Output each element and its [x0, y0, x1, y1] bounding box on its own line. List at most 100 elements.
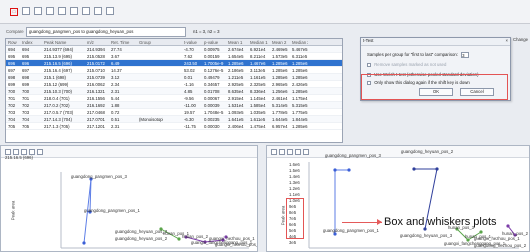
red-box-icon[interactable]: □ [10, 8, 18, 16]
table-row[interactable]: 702 702 217.0.2 (702) 216.1692 1.88 -11.00 0.0… [6, 102, 342, 109]
close-icon[interactable]: × [505, 38, 508, 43]
settings-icon[interactable] [106, 7, 114, 15]
left-plot-toolbar [1, 146, 257, 158]
right-y-tick: 1.4e6 [289, 174, 300, 179]
table-cell: 217.0.2 (702) [44, 102, 70, 108]
table-cell: 1.285e6 [292, 60, 308, 66]
table-icon[interactable] [46, 7, 54, 15]
table-row[interactable]: 696 696 215.16.5 (696) 215.0172 6.49 243.50 1.… [6, 60, 342, 67]
table-cell: 1.285e6 [272, 74, 288, 80]
table-cell: 1.285e6 [272, 60, 288, 66]
samples-input[interactable]: 3 [461, 52, 470, 58]
table-cell: 698 [22, 74, 30, 80]
table-cell: 14.37 [111, 67, 122, 73]
table-cell: 0.00159 [204, 53, 220, 59]
table-cell: 1.285e6 [292, 74, 308, 80]
table-row[interactable]: 700 700 215.10.3 (700) 216.1321 2.31 4.85 0.01… [6, 88, 342, 95]
table-cell: 5.467e5 [292, 46, 308, 52]
header-median-1: Median 1 [250, 39, 268, 45]
table-row[interactable]: 694 694 214.9377 (694) 214.9394 27.74 -4.70 0.… [6, 46, 342, 53]
table-cell: 1.285e6 [228, 60, 244, 66]
chart-icon[interactable] [58, 7, 66, 15]
left-label-6: hunan_pos_2 [182, 234, 209, 239]
table-row[interactable]: 695 695 215.13.9 (695) 215.0528 3.67 7.62 0.00… [6, 53, 342, 60]
table-cell: 2.426e5 [292, 81, 308, 87]
highlight-box-boxplot [286, 198, 304, 239]
table-cell: 215.12 (699) [44, 81, 69, 87]
table-cell: 1.285e6 [292, 67, 308, 73]
table-cell: 8.635e4 [228, 88, 244, 94]
right-label-8: guangxi_hezhou_pos_1 [474, 236, 520, 241]
table-cell: 705 [22, 123, 30, 129]
forward-icon[interactable] [34, 7, 42, 15]
table-cell: 6.921e4 [250, 46, 266, 52]
print-icon[interactable] [287, 149, 293, 155]
table-row[interactable]: 698 698 215.1 (698) 215.0739 3.12 0.01 0.49479… [6, 74, 342, 81]
table-cell: 1.778e5 [272, 109, 288, 115]
zoom-icon[interactable] [271, 149, 277, 155]
table-cell: 27.74 [111, 46, 122, 52]
header-mean-2: Mean 2 [272, 39, 287, 45]
grid-icon[interactable] [82, 7, 90, 15]
table-cell: 1.585e4 [250, 102, 266, 108]
compare-select[interactable]: guangdong_pangmen_pos to guangdong_heyua… [26, 27, 186, 37]
table-row[interactable]: 704 704 217.14.3 (704) 217.0701 0.51 (Monoiso… [6, 116, 342, 123]
table-cell: 704 [8, 116, 16, 122]
filter-icon[interactable] [70, 7, 78, 15]
remove-checkbox[interactable] [367, 62, 371, 67]
table-cell: 695 [8, 53, 16, 59]
table-row[interactable]: 697 697 215.16.4 (697) 215.0710 14.37 53.02 0.… [6, 67, 342, 74]
table-cell: 3.113e5 [250, 67, 266, 73]
table-cell: -11.00 [184, 102, 196, 108]
right-label-9: guangdong_hezhou_pos_2 [474, 243, 527, 248]
back-icon[interactable] [22, 7, 30, 15]
left-label-1: guangdong_pangmen_pos_3 [71, 174, 127, 179]
table-cell: 2.965e5 [272, 81, 288, 87]
table-cell: 7.62 [184, 53, 193, 59]
table-cell: 217.0701 [87, 116, 105, 122]
right-y-tick: 1.1e6 [289, 192, 300, 197]
table-cell: 1.641e5 [228, 116, 244, 122]
table-cell: -11.75 [184, 123, 196, 129]
table-row[interactable]: 703 703 217.0.5.7 (703) 217.0468 0.72 19.57 1.… [6, 109, 342, 116]
left-point-5 [177, 237, 181, 241]
right-label-4: guangdong_heyuan_pos_3 [400, 233, 453, 238]
main-toolbar: □ [0, 0, 530, 24]
left-label-2: guangdong_pangmen_pos_1 [84, 208, 140, 213]
remove-label: Remove samples marked as not used [374, 62, 447, 67]
table-row[interactable]: 705 705 217.1.3 (705) 217.1201 2.31 -11.75 0.0… [6, 123, 342, 130]
table-cell: 699 [22, 81, 30, 87]
table-settings-icon[interactable] [303, 149, 309, 155]
table-cell: 1.285e6 [272, 67, 288, 73]
table-cell: 214.9394 [87, 46, 105, 52]
table-cell: 0.00235 [204, 116, 220, 122]
right-y-tick: 1.6e6 [289, 162, 300, 167]
header-ret-time: Ret. Time [111, 39, 130, 45]
search-icon[interactable] [94, 7, 102, 15]
side-label: Change [513, 37, 529, 42]
peak-table: Row Index Peak Name m/z Ret. Time Group … [5, 38, 343, 143]
table-cell: 217.1.3 (705) [44, 123, 70, 129]
table-cell: 6.957e4 [272, 123, 288, 129]
remove-row: Remove samples marked as not used [367, 62, 446, 67]
table-cell: 1.211e5 [228, 74, 244, 80]
table-cell: 215.16.4 (697) [44, 67, 72, 73]
table-cell: 217.0.5.7 (703) [44, 109, 74, 115]
chart-settings-icon[interactable] [295, 149, 301, 155]
right-label-2: guangdong_pangmen_pos_1 [323, 228, 379, 233]
table-cell: 215.0528 [87, 53, 105, 59]
table-cell: 1.475e4 [250, 123, 266, 129]
table-row[interactable]: 699 699 215.12 (699) 216.0062 2.34 -1.16 0.346… [6, 81, 342, 88]
right-label-3: guangdong_heyuan_pos_2 [401, 149, 454, 154]
table-cell: 700 [8, 88, 16, 94]
right-y-tick: 3e5 [289, 240, 297, 245]
table-cell: 53.02 [184, 67, 195, 73]
callout-arrow-line [342, 222, 382, 223]
table-row[interactable]: 701 701 218.0.4 (701) 216.1556 5.44 -9.56 0.00… [6, 95, 342, 102]
table-cell: 215.1 (698) [44, 74, 66, 80]
table-cell: 8.336e4 [250, 88, 266, 94]
save-icon[interactable] [279, 149, 285, 155]
header-row: Row [8, 39, 17, 45]
table-settings-icon[interactable] [37, 149, 43, 155]
table-cell: (Monoisotopic) [139, 116, 163, 122]
